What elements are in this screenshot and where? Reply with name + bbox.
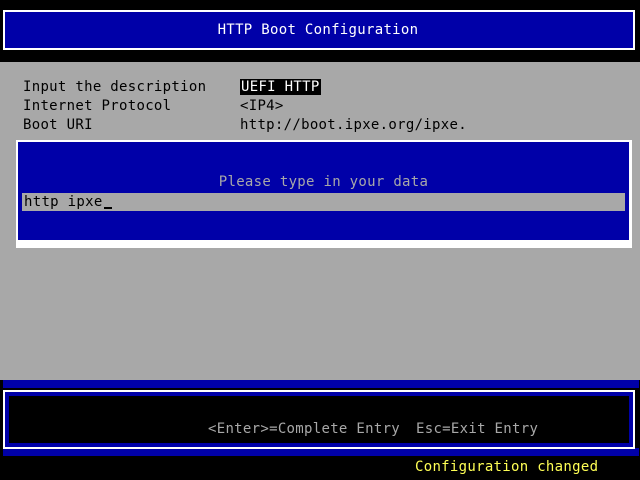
description-field[interactable]: UEFI HTTP — [240, 78, 321, 96]
footer-top-stripe — [3, 380, 639, 388]
description-value: UEFI HTTP — [240, 79, 321, 95]
boot-uri-field[interactable]: http://boot.ipxe.org/ipxe. — [240, 116, 467, 134]
text-cursor-icon — [103, 207, 112, 209]
dialog-input-text: http ipxe — [24, 194, 103, 210]
description-label: Input the description — [23, 79, 207, 95]
footer-bottom-stripe — [3, 448, 639, 456]
boot-uri-label: Boot URI — [23, 117, 93, 133]
dialog-prompt: Please type in your data — [218, 174, 429, 190]
status-message: Configuration changed — [415, 459, 599, 475]
enter-hint: <Enter>=Complete Entry — [208, 421, 401, 437]
page-title: HTTP Boot Configuration — [217, 22, 419, 38]
internet-protocol-label: Internet Protocol — [23, 98, 172, 114]
dialog-input-value[interactable]: http ipxe — [24, 193, 112, 211]
esc-hint: Esc=Exit Entry — [416, 421, 539, 437]
dialog-input-field[interactable] — [22, 193, 625, 211]
internet-protocol-select[interactable]: <IP4> — [240, 97, 284, 115]
